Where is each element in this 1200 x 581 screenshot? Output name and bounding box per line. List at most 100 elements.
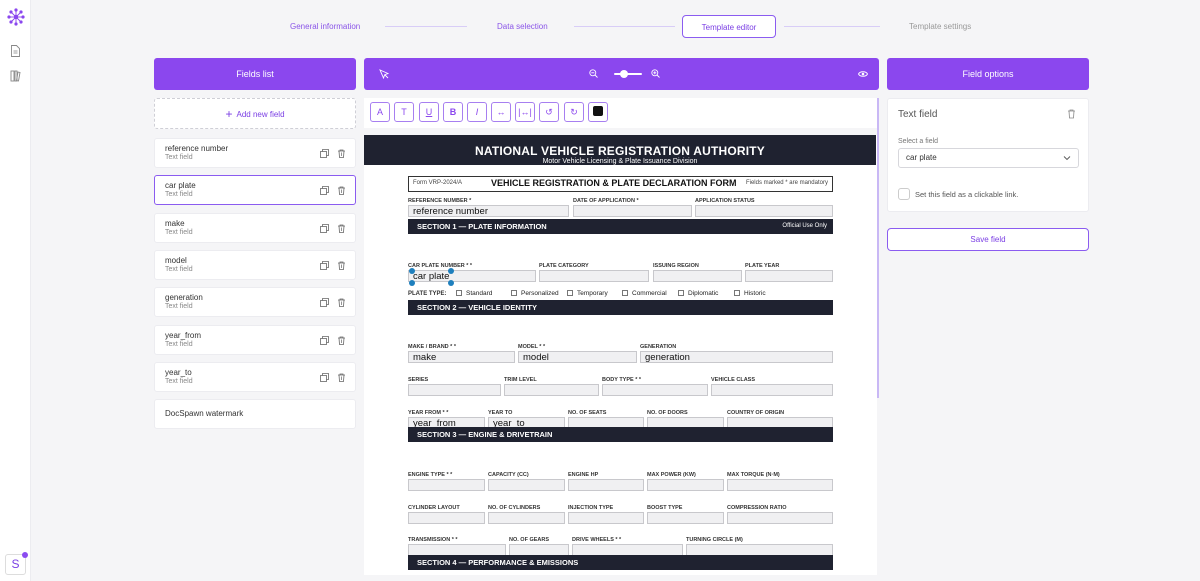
input-max-power[interactable]	[647, 479, 724, 491]
checkbox-box	[567, 290, 573, 296]
duplicate-icon[interactable]	[319, 298, 329, 307]
checkbox-box	[456, 290, 462, 296]
field-item-generation[interactable]: generation Text field	[154, 287, 356, 317]
field-select-dropdown[interactable]: car plate	[898, 148, 1079, 168]
checkbox-commercial[interactable]: Commercial	[622, 290, 667, 297]
input-engine-hp[interactable]	[568, 479, 644, 491]
input-capacity[interactable]	[488, 479, 565, 491]
duplicate-icon[interactable]	[319, 149, 329, 158]
clickable-link-checkbox[interactable]	[898, 188, 910, 200]
placed-field-car-plate[interactable]: car plate	[408, 270, 536, 282]
step-template-settings[interactable]: Template settings	[909, 15, 989, 38]
input-issuing-region[interactable]	[653, 270, 742, 282]
duplicate-icon[interactable]	[319, 186, 329, 195]
label-injection-type: INJECTION TYPE	[568, 505, 614, 511]
section-1-note: Official Use Only	[782, 223, 827, 229]
checkbox-diplomatic[interactable]: Diplomatic	[678, 290, 718, 297]
letter-spacing-icon[interactable]: ↔	[491, 102, 511, 122]
field-actions	[314, 336, 346, 347]
selected-field-value: car plate	[906, 153, 937, 162]
label-transmission: TRANSMISSION * *	[408, 537, 458, 543]
field-item-car-plate[interactable]: car plate Text field	[154, 175, 356, 205]
duplicate-icon[interactable]	[319, 373, 329, 382]
trash-icon[interactable]	[337, 149, 346, 158]
placed-field-make[interactable]: make	[408, 351, 515, 363]
input-cylinder-layout[interactable]	[408, 512, 485, 524]
rotate-right-icon[interactable]: ↻	[564, 102, 584, 122]
placed-field-generation[interactable]: generation	[640, 351, 833, 363]
field-item-model[interactable]: model Text field	[154, 250, 356, 280]
input-trim-level[interactable]	[504, 384, 599, 396]
document-canvas[interactable]: NATIONAL VEHICLE REGISTRATION AUTHORITY …	[364, 135, 877, 575]
color-picker-icon[interactable]	[588, 102, 608, 122]
rotate-left-icon[interactable]: ↺	[539, 102, 559, 122]
resize-handle[interactable]	[409, 280, 415, 286]
duplicate-icon[interactable]	[319, 224, 329, 233]
field-item-year-to[interactable]: year_to Text field	[154, 362, 356, 392]
input-max-torque[interactable]	[727, 479, 833, 491]
zoom-slider-handle[interactable]	[620, 70, 628, 78]
input-compression-ratio[interactable]	[727, 512, 833, 524]
input-body-type[interactable]	[602, 384, 708, 396]
step-data-selection[interactable]: Data selection	[497, 15, 567, 38]
trash-icon[interactable]	[337, 373, 346, 382]
step-general-information[interactable]: General information	[290, 15, 370, 38]
input-plate-category[interactable]	[539, 270, 649, 282]
trash-icon[interactable]	[337, 186, 346, 195]
input-vehicle-class[interactable]	[711, 384, 833, 396]
duplicate-icon[interactable]	[319, 261, 329, 270]
field-item-watermark[interactable]: DocSpawn watermark	[154, 399, 356, 429]
underline-icon[interactable]: U	[419, 102, 439, 122]
eye-preview-icon[interactable]	[858, 70, 868, 78]
italic-icon[interactable]: I	[467, 102, 487, 122]
checkbox-label: Personalized	[521, 290, 559, 297]
input-injection-type[interactable]	[568, 512, 644, 524]
checkbox-box	[511, 290, 517, 296]
checkbox-personalized[interactable]: Personalized	[511, 290, 559, 297]
checkbox-temporary[interactable]: Temporary	[567, 290, 608, 297]
field-item-year-from[interactable]: year_from Text field	[154, 325, 356, 355]
width-icon[interactable]: |↔|	[515, 102, 535, 122]
input-series[interactable]	[408, 384, 501, 396]
input-date-of-application[interactable]	[573, 205, 692, 217]
trash-icon[interactable]	[337, 336, 346, 345]
canvas-scrollbar[interactable]	[877, 98, 879, 398]
field-actions	[314, 149, 346, 160]
resize-handle[interactable]	[409, 268, 415, 274]
trash-icon[interactable]	[337, 298, 346, 307]
save-field-button[interactable]: Save field	[887, 228, 1089, 251]
checkbox-standard[interactable]: Standard	[456, 290, 492, 297]
add-new-field-button[interactable]: + Add new field	[154, 98, 356, 129]
docspawn-logo-icon[interactable]	[6, 7, 26, 27]
zoom-in-icon[interactable]	[651, 69, 660, 78]
step-template-editor[interactable]: Template editor	[682, 15, 776, 38]
input-engine-type[interactable]	[408, 479, 485, 491]
input-boost-type[interactable]	[647, 512, 724, 524]
text-size-icon[interactable]: T	[394, 102, 414, 122]
bold-icon[interactable]: B	[443, 102, 463, 122]
input-application-status[interactable]	[695, 205, 833, 217]
field-item-reference-number[interactable]: reference number Text field	[154, 138, 356, 168]
user-avatar[interactable]: S	[5, 552, 28, 575]
document-icon[interactable]	[10, 45, 21, 57]
zoom-slider[interactable]	[614, 70, 642, 78]
trash-icon[interactable]	[1067, 109, 1076, 119]
placed-field-reference-number[interactable]: reference number	[408, 205, 569, 217]
trash-icon[interactable]	[337, 224, 346, 233]
duplicate-icon[interactable]	[319, 336, 329, 345]
input-no-of-cylinders[interactable]	[488, 512, 565, 524]
library-icon[interactable]	[10, 70, 21, 82]
app-sidebar: S	[0, 0, 31, 581]
trash-icon[interactable]	[337, 261, 346, 270]
field-item-make[interactable]: make Text field	[154, 213, 356, 243]
input-plate-year[interactable]	[745, 270, 833, 282]
resize-handle[interactable]	[448, 268, 454, 274]
document-header: NATIONAL VEHICLE REGISTRATION AUTHORITY …	[364, 135, 876, 165]
cursor-select-icon[interactable]	[379, 69, 389, 79]
zoom-out-icon[interactable]	[589, 69, 598, 78]
font-icon[interactable]: A	[370, 102, 390, 122]
checkbox-historic[interactable]: Historic	[734, 290, 766, 297]
placed-field-model[interactable]: model	[518, 351, 637, 363]
field-actions	[314, 224, 346, 235]
resize-handle[interactable]	[448, 280, 454, 286]
